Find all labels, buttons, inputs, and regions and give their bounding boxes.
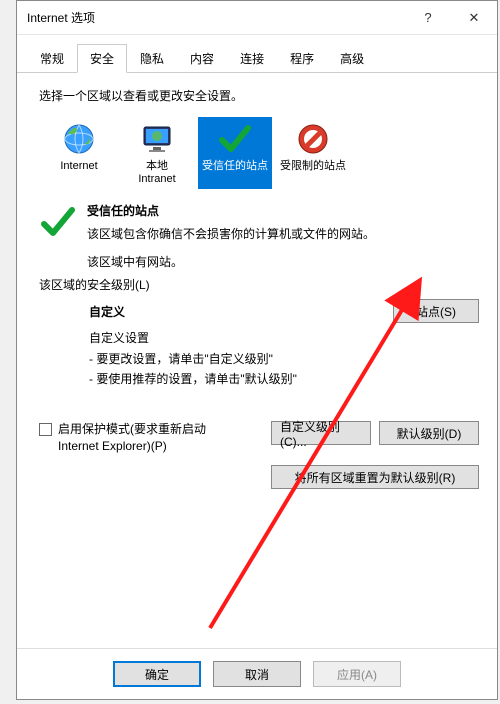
level-line: 自定义设置 — [89, 328, 479, 348]
window-title: Internet 选项 — [27, 9, 405, 26]
reset-all-button[interactable]: 将所有区域重置为默认级别(R) — [271, 465, 479, 489]
tab-advanced[interactable]: 高级 — [327, 44, 377, 73]
tab-programs[interactable]: 程序 — [277, 44, 327, 73]
tab-strip: 常规 安全 隐私 内容 连接 程序 高级 — [17, 35, 497, 73]
instruction-text: 选择一个区域以查看或更改安全设置。 — [39, 87, 479, 104]
globe-icon — [61, 121, 97, 157]
checkbox-icon[interactable] — [39, 423, 52, 436]
content-panel: 选择一个区域以查看或更改安全设置。 Internet — [17, 73, 497, 648]
zone-desc-body: 该区域包含你确信不会损害你的计算机或文件的网站。 — [87, 225, 479, 243]
dialog-footer: 确定 取消 应用(A) — [17, 648, 497, 699]
level-line: - 要使用推荐的设置，请单击"默认级别" — [89, 369, 479, 389]
ok-button[interactable]: 确定 — [113, 661, 201, 687]
zone-list: Internet 本地 Intranet — [39, 114, 479, 192]
zone-trusted[interactable]: 受信任的站点 — [198, 117, 272, 189]
protect-mode-row: 启用保护模式(要求重新启动 Internet Explorer)(P) 自定义级… — [39, 421, 479, 455]
sites-button[interactable]: 站点(S) — [393, 299, 479, 323]
zone-description-text: 受信任的站点 该区域包含你确信不会损害你的计算机或文件的网站。 该区域中有网站。 — [87, 202, 479, 270]
internet-options-dialog: Internet 选项 ? ✕ 常规 安全 隐私 内容 连接 程序 高级 选择一… — [16, 0, 498, 700]
security-level-caption: 该区域的安全级别(L) — [39, 276, 479, 293]
zone-desc-title: 受信任的站点 — [87, 202, 479, 219]
close-button[interactable]: ✕ — [451, 3, 497, 33]
tab-general[interactable]: 常规 — [27, 44, 77, 73]
level-buttons: 自定义级别(C)... 默认级别(D) — [271, 421, 479, 445]
tab-connections[interactable]: 连接 — [227, 44, 277, 73]
tab-privacy[interactable]: 隐私 — [127, 44, 177, 73]
check-icon — [39, 202, 77, 240]
help-button[interactable]: ? — [405, 3, 451, 33]
zone-internet[interactable]: Internet — [42, 117, 116, 189]
titlebar: Internet 选项 ? ✕ — [17, 1, 497, 35]
zone-label: Internet — [60, 160, 97, 173]
protect-mode-checkbox-group[interactable]: 启用保护模式(要求重新启动 Internet Explorer)(P) — [39, 421, 261, 455]
protect-mode-label: 启用保护模式(要求重新启动 Internet Explorer)(P) — [58, 421, 228, 455]
monitor-icon — [139, 121, 175, 157]
zone-description: 受信任的站点 该区域包含你确信不会损害你的计算机或文件的网站。 该区域中有网站。 — [39, 202, 479, 270]
cancel-button[interactable]: 取消 — [213, 661, 301, 687]
level-line: - 要更改设置，请单击"自定义级别" — [89, 349, 479, 369]
zone-label: 受限制的站点 — [280, 160, 346, 173]
default-level-button[interactable]: 默认级别(D) — [379, 421, 479, 445]
custom-level-button[interactable]: 自定义级别(C)... — [271, 421, 371, 445]
zone-label: 本地 Intranet — [138, 160, 175, 185]
tab-content[interactable]: 内容 — [177, 44, 227, 73]
zone-desc-note: 该区域中有网站。 — [87, 253, 479, 270]
no-entry-icon — [295, 121, 331, 157]
apply-button: 应用(A) — [313, 661, 401, 687]
zone-intranet[interactable]: 本地 Intranet — [120, 117, 194, 189]
window-controls: ? ✕ — [405, 3, 497, 33]
level-lines: 自定义设置 - 要更改设置，请单击"自定义级别" - 要使用推荐的设置，请单击"… — [89, 328, 479, 389]
zone-restricted[interactable]: 受限制的站点 — [276, 117, 350, 189]
tab-security[interactable]: 安全 — [77, 44, 127, 73]
reset-row: 将所有区域重置为默认级别(R) — [39, 465, 479, 489]
zone-label: 受信任的站点 — [202, 160, 268, 173]
check-icon — [217, 121, 253, 157]
